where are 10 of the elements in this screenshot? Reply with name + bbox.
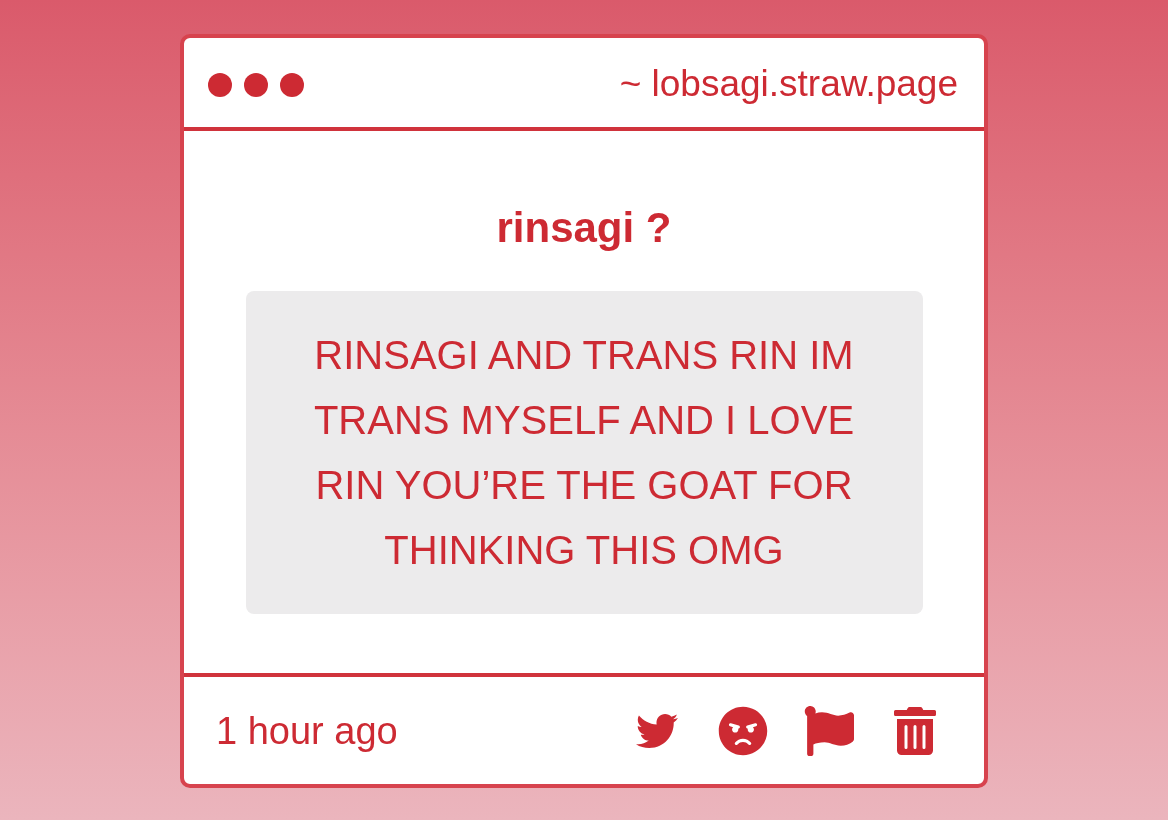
page-url: ~ lobsagi.straw.page [619, 61, 958, 106]
trash-icon [894, 706, 936, 755]
report-button[interactable] [804, 705, 854, 756]
angry-reaction-button[interactable] [718, 705, 768, 756]
angry-face-icon [718, 705, 768, 756]
window-dots-icon [208, 72, 304, 97]
message-text: RINSAGI AND TRANS RIN IM TRANS MYSELF AND I LOVE RIN YOU’RE THE GOAT FOR THINKING THIS OMG [312, 331, 856, 574]
question-title: rinsagi ? [496, 203, 672, 253]
timestamp: 1 hour ago [216, 708, 398, 754]
flag-icon [804, 705, 854, 756]
